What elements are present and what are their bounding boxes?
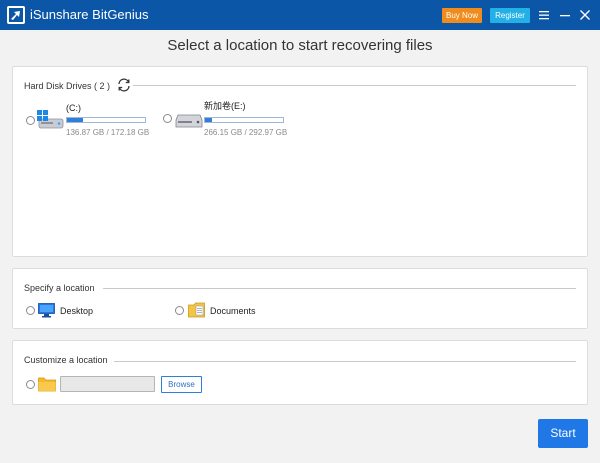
- specify-location-panel: Specify a location Desktop Documents: [12, 268, 588, 329]
- menu-icon[interactable]: [537, 7, 551, 23]
- drive-e-size: 266.15 GB / 292.97 GB: [204, 128, 288, 137]
- custom-location-radio[interactable]: [26, 380, 35, 389]
- documents-radio[interactable]: [175, 306, 184, 315]
- app-logo-icon: [7, 6, 25, 24]
- drive-e-usage-fill: [205, 118, 213, 122]
- custom-path-input[interactable]: [60, 376, 155, 392]
- desktop-label: Desktop: [60, 306, 94, 316]
- desktop-icon: [38, 303, 55, 318]
- section-divider: [113, 361, 576, 362]
- section-divider: [103, 288, 576, 289]
- customize-location-panel: Customize a location Browse: [12, 340, 588, 405]
- drive-c-usage-fill: [67, 118, 84, 122]
- drives-panel: Hard Disk Drives ( 2 ) (C:) 136.87 GB / …: [12, 66, 588, 257]
- minimize-icon[interactable]: [558, 7, 572, 23]
- page-heading: Select a location to start recovering fi…: [167, 37, 433, 54]
- drive-e-radio[interactable]: [163, 114, 172, 123]
- title-bar: iSunshare BitGenius Buy Now Register: [0, 0, 600, 30]
- buy-now-button[interactable]: Buy Now: [442, 8, 482, 23]
- close-icon[interactable]: [578, 7, 592, 23]
- section-divider: [133, 85, 576, 86]
- drives-section-title: Hard Disk Drives ( 2 ): [24, 80, 117, 92]
- drive-c-name: (C:): [66, 103, 81, 113]
- specify-location-title: Specify a location: [24, 282, 101, 294]
- customize-location-title: Customize a location: [24, 354, 114, 366]
- start-button[interactable]: Start: [538, 419, 588, 448]
- hard-drive-icon: [175, 110, 203, 130]
- drive-e-usage-bar: [204, 117, 284, 123]
- refresh-icon[interactable]: [116, 77, 132, 93]
- drive-c-radio[interactable]: [26, 116, 35, 125]
- drive-e-name: 新加卷(E:): [204, 101, 246, 111]
- documents-label: Documents: [210, 306, 256, 316]
- drive-c-size: 136.87 GB / 172.18 GB: [66, 128, 150, 137]
- documents-icon: [188, 302, 205, 318]
- folder-icon: [38, 376, 56, 392]
- windows-drive-icon: [36, 108, 64, 130]
- app-title: iSunshare BitGenius: [30, 7, 149, 22]
- drive-c-usage-bar: [66, 117, 146, 123]
- register-button[interactable]: Register: [490, 8, 530, 23]
- desktop-radio[interactable]: [26, 306, 35, 315]
- browse-button[interactable]: Browse: [161, 376, 202, 393]
